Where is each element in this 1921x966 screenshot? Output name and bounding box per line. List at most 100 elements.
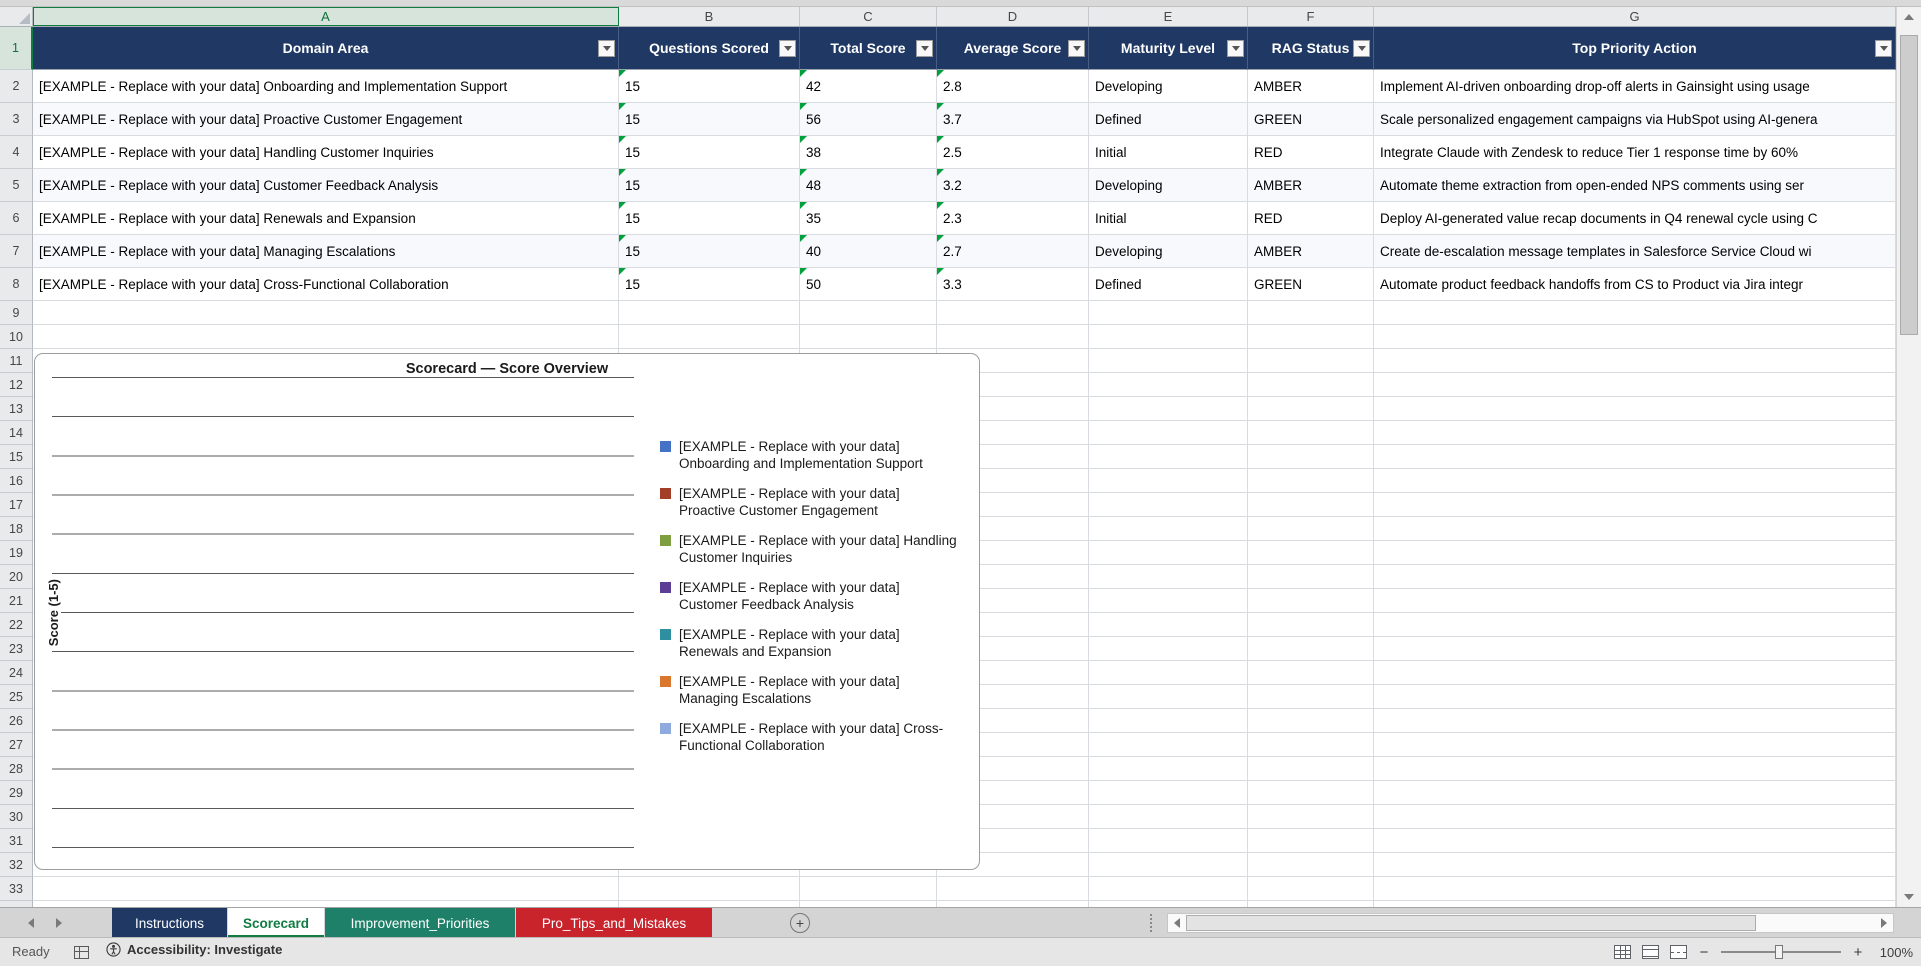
row-header-22[interactable]: 22 (0, 613, 33, 637)
cell-G29[interactable] (1374, 781, 1896, 805)
row-header-30[interactable]: 30 (0, 805, 33, 829)
tab-scroll-divider[interactable] (1150, 914, 1152, 932)
cell-G30[interactable] (1374, 805, 1896, 829)
row-header-6[interactable]: 6 (0, 202, 33, 235)
cell-D3[interactable]: 3.7 (937, 103, 1089, 136)
row-header-16[interactable]: 16 (0, 469, 33, 493)
cell-G2[interactable]: Implement AI-driven onboarding drop-off … (1374, 70, 1896, 103)
cell-G18[interactable] (1374, 517, 1896, 541)
cell-E29[interactable] (1089, 781, 1248, 805)
column-header-G[interactable]: G (1374, 7, 1896, 26)
cell-E5[interactable]: Developing (1089, 169, 1248, 202)
cell-E18[interactable] (1089, 517, 1248, 541)
cell-A9[interactable] (33, 301, 619, 325)
cell-G19[interactable] (1374, 541, 1896, 565)
cell-F20[interactable] (1248, 565, 1374, 589)
chart-scorecard-overview[interactable]: Scorecard — Score Overview Score (1-5) [… (34, 353, 980, 870)
cell-A3[interactable]: [EXAMPLE - Replace with your data] Proac… (33, 103, 619, 136)
row-header-4[interactable]: 4 (0, 136, 33, 169)
cell-E19[interactable] (1089, 541, 1248, 565)
cell-D10[interactable] (937, 325, 1089, 349)
header-cell-A1[interactable]: Domain Area (33, 27, 619, 70)
cell-B4[interactable]: 15 (619, 136, 800, 169)
cell-E30[interactable] (1089, 805, 1248, 829)
zoom-slider[interactable] (1721, 951, 1841, 953)
row-header-27[interactable]: 27 (0, 733, 33, 757)
cell-F21[interactable] (1248, 589, 1374, 613)
cell-F23[interactable] (1248, 637, 1374, 661)
cell-F26[interactable] (1248, 709, 1374, 733)
row-header-18[interactable]: 18 (0, 517, 33, 541)
column-header-D[interactable]: D (937, 7, 1089, 26)
cell-F29[interactable] (1248, 781, 1374, 805)
scroll-down-button[interactable] (1897, 887, 1921, 907)
row-header-32[interactable]: 32 (0, 853, 33, 877)
cell-G17[interactable] (1374, 493, 1896, 517)
cell-E10[interactable] (1089, 325, 1248, 349)
filter-button-B[interactable] (779, 40, 796, 57)
cell-G5[interactable]: Automate theme extraction from open-ende… (1374, 169, 1896, 202)
cell-A6[interactable]: [EXAMPLE - Replace with your data] Renew… (33, 202, 619, 235)
add-sheet-button[interactable]: + (790, 913, 810, 933)
cell-E12[interactable] (1089, 373, 1248, 397)
row-header-20[interactable]: 20 (0, 565, 33, 589)
horizontal-scrollbar-thumb[interactable] (1186, 915, 1756, 931)
page-layout-view-button[interactable] (1642, 945, 1659, 959)
cell-B7[interactable]: 15 (619, 235, 800, 268)
cell-F31[interactable] (1248, 829, 1374, 853)
sheet-tab-pro-tips-and-mistakes[interactable]: Pro_Tips_and_Mistakes (516, 908, 712, 938)
row-header-28[interactable]: 28 (0, 757, 33, 781)
normal-view-button[interactable] (1614, 945, 1631, 959)
row-header-17[interactable]: 17 (0, 493, 33, 517)
cell-E13[interactable] (1089, 397, 1248, 421)
cell-G8[interactable]: Automate product feedback handoffs from … (1374, 268, 1896, 301)
cell-F18[interactable] (1248, 517, 1374, 541)
cell-C33[interactable] (800, 877, 937, 901)
cell-B3[interactable]: 15 (619, 103, 800, 136)
cell-E25[interactable] (1089, 685, 1248, 709)
cell-G21[interactable] (1374, 589, 1896, 613)
cell-G10[interactable] (1374, 325, 1896, 349)
cell-C4[interactable]: 38 (800, 136, 937, 169)
row-header-7[interactable]: 7 (0, 235, 33, 268)
cell-E6[interactable]: Initial (1089, 202, 1248, 235)
cell-E9[interactable] (1089, 301, 1248, 325)
row-header-25[interactable]: 25 (0, 685, 33, 709)
cell-E24[interactable] (1089, 661, 1248, 685)
cell-F12[interactable] (1248, 373, 1374, 397)
cell-A5[interactable]: [EXAMPLE - Replace with your data] Custo… (33, 169, 619, 202)
sheet-tab-scorecard[interactable]: Scorecard (228, 908, 324, 938)
header-cell-C1[interactable]: Total Score (800, 27, 937, 70)
cell-G28[interactable] (1374, 757, 1896, 781)
cell-E8[interactable]: Defined (1089, 268, 1248, 301)
cell-F6[interactable]: RED (1248, 202, 1374, 235)
cell-G24[interactable] (1374, 661, 1896, 685)
cell-D8[interactable]: 3.3 (937, 268, 1089, 301)
row-header-9[interactable]: 9 (0, 301, 33, 325)
cell-F22[interactable] (1248, 613, 1374, 637)
cell-F16[interactable] (1248, 469, 1374, 493)
row-header-11[interactable]: 11 (0, 349, 33, 373)
cell-G27[interactable] (1374, 733, 1896, 757)
cell-C6[interactable]: 35 (800, 202, 937, 235)
cell-E21[interactable] (1089, 589, 1248, 613)
cell-G3[interactable]: Scale personalized engagement campaigns … (1374, 103, 1896, 136)
cell-G16[interactable] (1374, 469, 1896, 493)
cell-A4[interactable]: [EXAMPLE - Replace with your data] Handl… (33, 136, 619, 169)
cell-E23[interactable] (1089, 637, 1248, 661)
row-header-13[interactable]: 13 (0, 397, 33, 421)
cell-E26[interactable] (1089, 709, 1248, 733)
row-header-19[interactable]: 19 (0, 541, 33, 565)
filter-button-D[interactable] (1068, 40, 1085, 57)
cell-F25[interactable] (1248, 685, 1374, 709)
filter-button-C[interactable] (916, 40, 933, 57)
cell-G33[interactable] (1374, 877, 1896, 901)
cell-E11[interactable] (1089, 349, 1248, 373)
cell-F19[interactable] (1248, 541, 1374, 565)
cell-C5[interactable]: 48 (800, 169, 937, 202)
cell-D7[interactable]: 2.7 (937, 235, 1089, 268)
cell-A2[interactable]: [EXAMPLE - Replace with your data] Onboa… (33, 70, 619, 103)
zoom-slider-thumb[interactable] (1775, 945, 1783, 959)
scroll-right-button[interactable] (1875, 914, 1893, 932)
vertical-scrollbar-thumb[interactable] (1900, 35, 1918, 335)
